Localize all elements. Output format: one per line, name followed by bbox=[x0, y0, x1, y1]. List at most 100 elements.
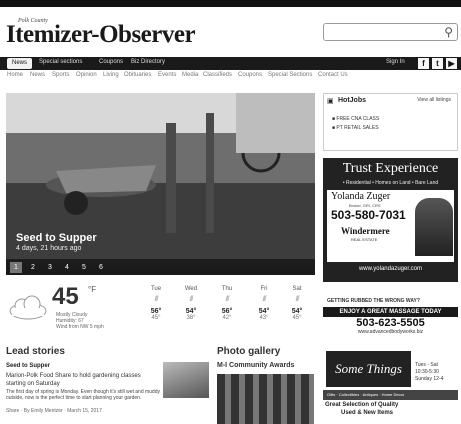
forecast-low: 45° bbox=[292, 315, 302, 321]
view-all-listings-link[interactable]: View all listings bbox=[417, 97, 451, 103]
subnav-classifieds[interactable]: Classifieds bbox=[203, 72, 232, 78]
subnav-coupons[interactable]: Coupons bbox=[238, 72, 262, 78]
job-listing[interactable]: ■ FREE CNA CLASS bbox=[332, 116, 379, 122]
forecast-day-name: Tue bbox=[150, 286, 162, 292]
forecast-day: Sat /// 54° 45° bbox=[279, 286, 315, 321]
subnav-living[interactable]: Living bbox=[103, 72, 119, 78]
slide-page-4[interactable]: 4 bbox=[61, 262, 73, 273]
rain-icon: /// bbox=[295, 296, 300, 303]
weather-widget: 45 °F Mostly Cloudy Humidity: 67 Wind fr… bbox=[6, 283, 315, 340]
subnav-media[interactable]: Media bbox=[182, 72, 198, 78]
nav-item-news[interactable]: News bbox=[7, 58, 33, 69]
job-listing-label: PT RETAIL SALES bbox=[336, 125, 379, 131]
forecast-day-name: Thu bbox=[221, 286, 233, 292]
rain-icon: /// bbox=[154, 296, 159, 303]
nav-item-biz-directory[interactable]: Biz Directory bbox=[131, 59, 165, 65]
youtube-icon[interactable]: ▶ bbox=[446, 58, 457, 69]
ad-banner: ENJOY A GREAT MASSAGE TODAY bbox=[323, 307, 458, 317]
site-logo[interactable]: Itemizer-Observer bbox=[6, 21, 196, 49]
slide-page-5[interactable]: 5 bbox=[78, 262, 90, 273]
forecast-day: Fri /// 54° 43° bbox=[246, 286, 282, 321]
slide-page-3[interactable]: 3 bbox=[44, 262, 56, 273]
nav-item-coupons[interactable]: Coupons bbox=[99, 59, 123, 65]
search-input[interactable]: ⚲ bbox=[323, 23, 458, 41]
hero-slideshow[interactable]: Seed to Supper 4 days, 21 hours ago 1 2 … bbox=[6, 93, 315, 275]
agent-phone: 503-580-7031 bbox=[331, 208, 406, 222]
subnav-news[interactable]: News bbox=[30, 72, 45, 78]
subnav-opinion[interactable]: Opinion bbox=[76, 72, 97, 78]
forecast-high: 54° bbox=[258, 308, 270, 315]
some-things-ad[interactable]: Some Things Tues - Sat 10:30-5:30 Sunday… bbox=[323, 348, 458, 424]
forecast-low: 45° bbox=[151, 315, 161, 321]
ad-title: Trust Experience bbox=[342, 161, 439, 176]
hero-title[interactable]: Seed to Supper bbox=[16, 232, 97, 244]
forecast-day-name: Wed bbox=[184, 286, 198, 292]
forecast-low: 43° bbox=[259, 315, 269, 321]
forecast-high: 54° bbox=[291, 308, 303, 315]
sign-in-link[interactable]: Sign In bbox=[386, 59, 405, 65]
job-listing-label: FREE CNA CLASS bbox=[336, 116, 380, 122]
ad-phone: 503-623-5505 bbox=[356, 317, 425, 329]
story-thumbnail[interactable] bbox=[163, 362, 209, 398]
subnav-obituaries[interactable]: Obituaries bbox=[124, 72, 151, 78]
story-summary: The first day of spring is Monday. Even … bbox=[6, 389, 160, 401]
hours-line: 10:30-5:30 bbox=[415, 369, 439, 375]
gallery-image[interactable] bbox=[217, 374, 314, 424]
story-byline: Share · By Emily Mentzer · March 15, 201… bbox=[6, 408, 102, 414]
agent-photo bbox=[415, 198, 453, 256]
ad-subtitle: • Residential • Homes on Land • Bare Lan… bbox=[342, 180, 439, 186]
slide-page-6[interactable]: 6 bbox=[95, 262, 107, 273]
hotjobs-widget: ▣ HotJobs View all listings ■ FREE CNA C… bbox=[323, 93, 458, 151]
rain-icon: /// bbox=[189, 296, 194, 303]
photo-gallery-heading[interactable]: Photo gallery bbox=[217, 346, 280, 357]
sub-nav: Home News Sports Opinion Living Obituari… bbox=[0, 71, 461, 82]
main-nav: News Special sections Coupons Biz Direct… bbox=[0, 57, 461, 70]
subnav-sports[interactable]: Sports bbox=[52, 72, 69, 78]
ad-url: www.yolandazuger.com bbox=[358, 266, 423, 272]
top-bar bbox=[0, 0, 461, 7]
subnav-events[interactable]: Events bbox=[158, 72, 176, 78]
forecast-day: Tue /// 56° 45° bbox=[138, 286, 174, 321]
ad-url: www.advancedbodyworks.biz bbox=[357, 329, 424, 335]
ad-tagline: Great Selection of Quality bbox=[325, 402, 399, 408]
forecast-day-name: Fri bbox=[260, 286, 268, 292]
twitter-icon[interactable]: t bbox=[432, 58, 443, 69]
agent-card: Yolanda Zuger Broker, GRI, CRS 503-580-7… bbox=[327, 190, 454, 262]
hours-line: Tues - Sat bbox=[415, 362, 438, 368]
temperature-unit: °F bbox=[88, 285, 97, 294]
forecast-high: 56° bbox=[221, 308, 233, 315]
slideshow-pager: 1 2 3 4 5 6 bbox=[6, 259, 315, 275]
windermere-sub: REAL ESTATE bbox=[351, 237, 378, 242]
massage-ad[interactable]: GETTING RUBBED THE WRONG WAY? ENJOY A GR… bbox=[323, 298, 458, 336]
ad-tagline: Used & New Items bbox=[341, 410, 394, 416]
slide-page-1[interactable]: 1 bbox=[10, 262, 22, 273]
forecast-low: 38° bbox=[186, 315, 196, 321]
gallery-title[interactable]: M-I Community Awards bbox=[217, 362, 294, 369]
story-headline[interactable]: Marion-Polk Food Share to hold gardening… bbox=[6, 372, 158, 388]
subnav-contact-us[interactable]: Contact Us bbox=[318, 72, 348, 78]
subnav-special-sections[interactable]: Special Sections bbox=[268, 72, 312, 78]
forecast-day: Thu /// 56° 42° bbox=[209, 286, 245, 321]
forecast-day-name: Sat bbox=[292, 286, 302, 292]
trust-experience-ad[interactable]: Trust Experience • Residential • Homes o… bbox=[323, 158, 458, 282]
lead-stories-heading: Lead stories bbox=[6, 346, 65, 357]
ad-tagline: GETTING RUBBED THE WRONG WAY? bbox=[327, 298, 420, 304]
hotjobs-title: HotJobs bbox=[338, 97, 366, 104]
current-temperature: 45 bbox=[52, 283, 79, 310]
windermere-logo: Windermere bbox=[341, 226, 390, 236]
rain-icon: /// bbox=[262, 296, 267, 303]
search-icon[interactable]: ⚲ bbox=[444, 25, 453, 39]
rain-icon: /// bbox=[225, 296, 230, 303]
forecast-high: 54° bbox=[185, 308, 197, 315]
job-listing[interactable]: ■ PT RETAIL SALES bbox=[332, 125, 379, 131]
forecast-high: 56° bbox=[150, 308, 162, 315]
story-title[interactable]: Seed to Supper bbox=[6, 363, 50, 369]
subnav-home[interactable]: Home bbox=[7, 72, 23, 78]
hero-timestamp: 4 days, 21 hours ago bbox=[16, 245, 82, 252]
nav-item-special-sections[interactable]: Special sections bbox=[39, 59, 82, 65]
slide-page-2[interactable]: 2 bbox=[27, 262, 39, 273]
cloud-icon bbox=[9, 295, 47, 320]
facebook-icon[interactable]: f bbox=[418, 58, 429, 69]
forecast-day: Wed /// 54° 38° bbox=[173, 286, 209, 321]
weather-wind: Wind from NW 5 mph bbox=[56, 324, 104, 330]
